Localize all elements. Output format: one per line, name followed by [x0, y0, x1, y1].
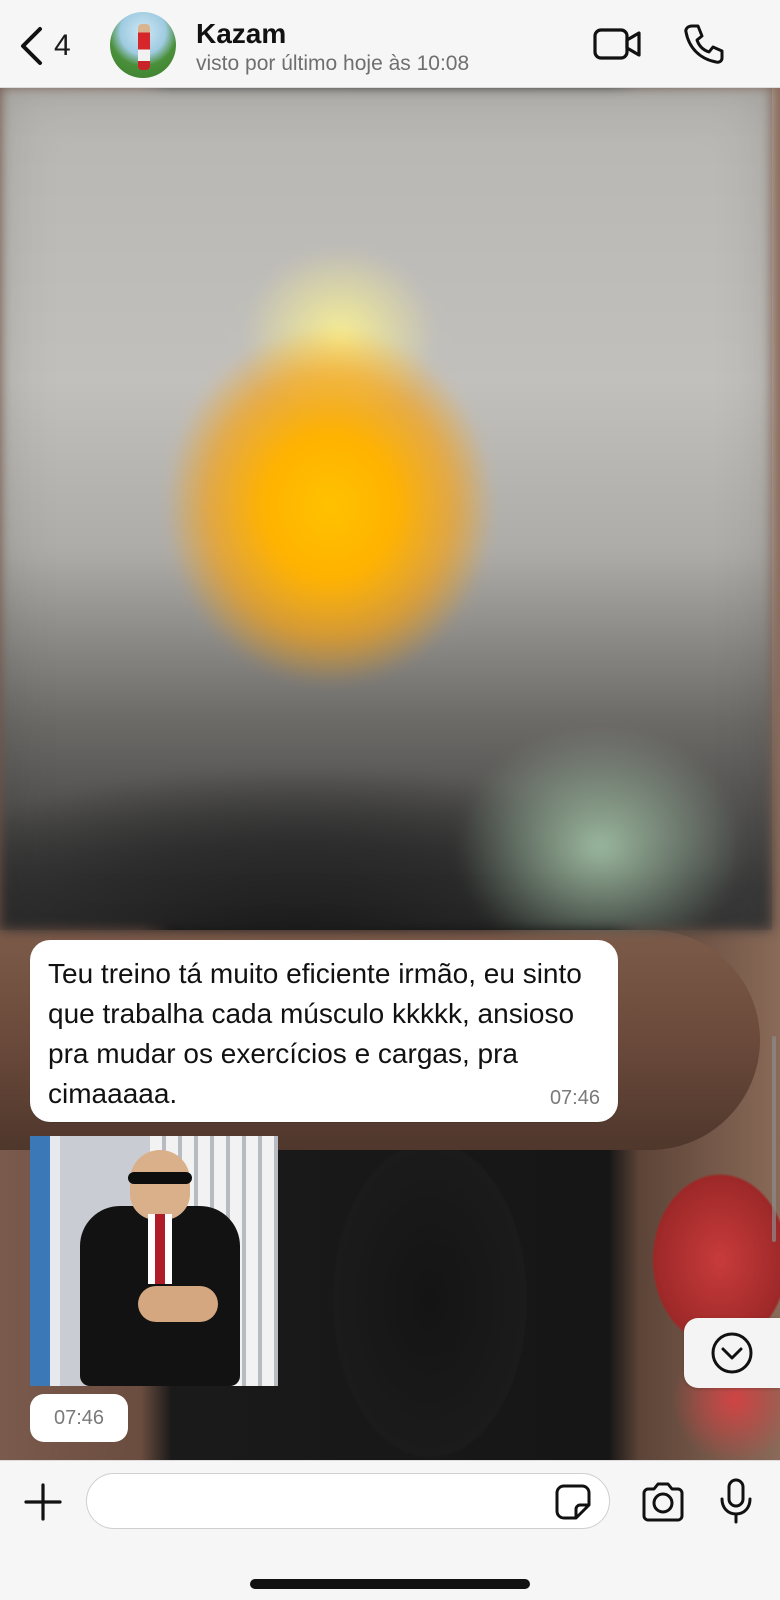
chevron-left-icon — [21, 27, 42, 65]
sticker-sunglasses — [128, 1172, 192, 1184]
avatar-figure — [138, 24, 150, 70]
plus-icon[interactable] — [22, 1481, 64, 1523]
media-overlay — [0, 86, 772, 930]
sticker-shirt-tie — [148, 1214, 172, 1284]
scroll-to-bottom-button[interactable] — [684, 1318, 780, 1388]
camera-icon[interactable] — [640, 1481, 686, 1523]
sticker-hands — [138, 1286, 218, 1322]
message-text: Teu treino tá muito eficiente irmão, eu … — [48, 958, 582, 1109]
sticker-message[interactable] — [30, 1136, 278, 1386]
message-bubble[interactable]: Teu treino tá muito eficiente irmão, eu … — [30, 940, 618, 1122]
video-camera-icon[interactable] — [592, 24, 642, 64]
last-seen-status: visto por último hoje às 10:08 — [196, 52, 470, 75]
composer-bar — [0, 1460, 780, 1600]
back-button[interactable]: 4 — [18, 24, 88, 68]
sticker-head — [130, 1150, 190, 1220]
scrollbar[interactable] — [772, 1036, 776, 1242]
chevron-down-circle-icon — [711, 1332, 753, 1374]
unread-count: 4 — [54, 29, 71, 62]
message-input[interactable] — [86, 1473, 610, 1529]
sticker-icon[interactable] — [554, 1483, 592, 1521]
message-timestamp: 07:46 — [549, 1087, 600, 1109]
phone-icon[interactable] — [682, 22, 726, 66]
avatar[interactable] — [110, 12, 176, 78]
sticker-timestamp: 07:46 — [30, 1394, 128, 1442]
chat-header: 4 Kazam visto por último hoje às 10:08 — [0, 0, 780, 88]
microphone-icon[interactable] — [718, 1477, 754, 1525]
contact-name[interactable]: Kazam — [196, 18, 286, 50]
home-indicator — [250, 1579, 530, 1589]
